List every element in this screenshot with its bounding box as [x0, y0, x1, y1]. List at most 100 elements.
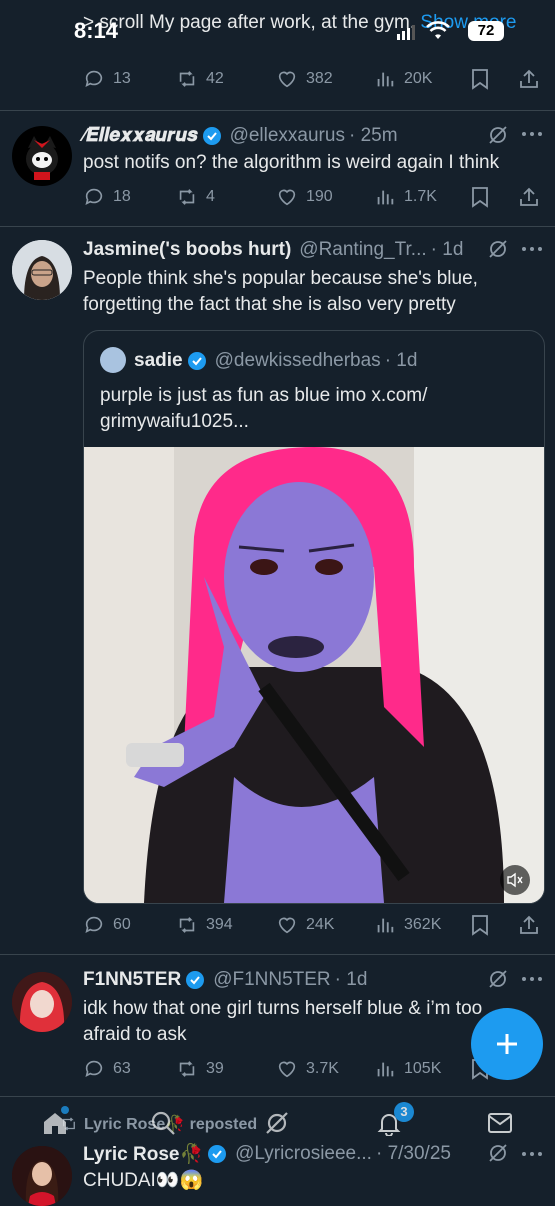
avatar[interactable]: [12, 1146, 72, 1206]
handle[interactable]: @F1NN5TER: [213, 969, 330, 991]
quoted-timestamp: · 1d: [384, 350, 418, 371]
display-name[interactable]: Jasmine('s boobs hurt): [83, 239, 291, 261]
notifications-icon[interactable]: 3: [376, 1102, 414, 1136]
handle[interactable]: @Lyricrosieee...: [235, 1143, 372, 1165]
plus-icon: [497, 1034, 517, 1054]
tweet-header: Lyric Rose🥀 @Lyricrosieee... · 7/30/25: [83, 1140, 483, 1168]
share-icon[interactable]: [518, 186, 540, 208]
more-options-icon[interactable]: [520, 1150, 544, 1158]
tweet-header: Jasmine('s boobs hurt) @Ranting_Tr... · …: [83, 236, 483, 264]
display-name[interactable]: ∕𝑬𝒍𝒍𝒆𝒙𝒙𝒂𝒖𝒓𝒖𝒔: [83, 125, 198, 147]
views-icon: [377, 72, 394, 87]
reply-icon: [85, 1060, 103, 1077]
heart-icon: [278, 917, 296, 934]
video-thumbnail[interactable]: [84, 447, 544, 903]
display-name[interactable]: F1NN5TER: [83, 969, 181, 991]
grok-icon[interactable]: [487, 968, 509, 990]
divider: [0, 1096, 555, 1097]
more-options-icon[interactable]: [520, 975, 544, 983]
share-icon[interactable]: [518, 68, 540, 90]
views-icon: [377, 918, 394, 933]
home-icon[interactable]: [41, 1106, 69, 1136]
reply-icon: [85, 916, 103, 933]
quoted-display-name: sadie: [134, 350, 183, 371]
reply-button[interactable]: 13: [83, 68, 131, 90]
quoted-tweet-header: sadie @dewkissedherbas · 1d: [134, 347, 534, 375]
repost-icon: [179, 1061, 195, 1077]
views-button[interactable]: 362K: [374, 914, 441, 936]
views-icon: [377, 1062, 394, 1077]
status-time: 8:14: [74, 18, 119, 43]
repost-icon: [179, 917, 195, 933]
handle[interactable]: @Ranting_Tr...: [299, 239, 426, 261]
tweet-header: F1NN5TER @F1NN5TER · 1d: [83, 966, 483, 994]
signal-icon: [397, 24, 415, 40]
timestamp: · 25m: [348, 125, 398, 146]
mute-button[interactable]: [500, 865, 530, 895]
repost-button[interactable]: 42: [176, 68, 224, 90]
mute-icon: [507, 872, 523, 888]
views-button[interactable]: 105K: [374, 1058, 441, 1080]
reply-button[interactable]: 60: [83, 914, 131, 936]
verified-badge-icon: [187, 351, 207, 371]
timestamp: · 7/30/25: [375, 1143, 451, 1164]
battery-indicator: 72: [468, 21, 504, 41]
repost-icon: [179, 189, 195, 205]
repost-button[interactable]: 394: [176, 914, 233, 936]
verified-badge-icon: [207, 1144, 227, 1164]
quoted-tweet-card[interactable]: sadie @dewkissedherbas · 1d purple is ju…: [83, 330, 545, 904]
divider: [0, 226, 555, 227]
more-options-icon[interactable]: [520, 245, 544, 253]
grok-icon[interactable]: [487, 238, 509, 260]
tweet-text: post notifs on? the algorithm is weird a…: [83, 152, 500, 173]
quoted-tweet-text: purple is just as fun as blue imo x.com/…: [100, 385, 428, 432]
bookmark-icon[interactable]: [470, 186, 490, 208]
views-button[interactable]: 1.7K: [374, 186, 437, 208]
repost-button[interactable]: 39: [176, 1058, 224, 1080]
like-button[interactable]: 190: [276, 186, 333, 208]
verified-badge-icon: [185, 970, 205, 990]
reply-button[interactable]: 63: [83, 1058, 131, 1080]
grok-icon[interactable]: [487, 124, 509, 146]
heart-icon: [278, 1061, 296, 1078]
reply-button[interactable]: 18: [83, 186, 131, 208]
handle[interactable]: @ellexxaurus: [230, 125, 345, 147]
share-icon[interactable]: [518, 914, 540, 936]
tweet-text: idk how that one girl turns herself blue…: [83, 998, 483, 1045]
reply-icon: [85, 188, 103, 205]
repost-icon: [179, 71, 195, 87]
repost-button[interactable]: 4: [176, 186, 215, 208]
like-button[interactable]: 382: [276, 68, 333, 90]
display-name[interactable]: Lyric Rose🥀: [83, 1142, 203, 1166]
notification-dot: [61, 1106, 69, 1114]
heart-icon: [278, 189, 296, 206]
tweet-text: People think she's popular because she's…: [83, 268, 478, 315]
bookmark-icon[interactable]: [470, 914, 490, 936]
tweet-header: ∕𝑬𝒍𝒍𝒆𝒙𝒙𝒂𝒖𝒓𝒖𝒔 @ellexxaurus · 25m: [83, 122, 548, 150]
avatar[interactable]: [12, 972, 72, 1032]
timestamp: · 1d: [430, 239, 464, 260]
notifications-badge: 3: [394, 1102, 414, 1122]
wifi-icon: [426, 21, 450, 41]
like-button[interactable]: 3.7K: [276, 1058, 339, 1080]
tweet-0-text: > scroll My page after work, at the gym.…: [83, 10, 523, 36]
verified-badge-icon: [202, 126, 222, 146]
more-options-icon[interactable]: [520, 130, 544, 138]
divider: [0, 954, 555, 955]
bookmark-icon[interactable]: [470, 68, 490, 90]
views-icon: [377, 190, 394, 205]
divider: [0, 110, 555, 111]
avatar[interactable]: [12, 240, 72, 300]
search-icon[interactable]: [150, 1110, 176, 1136]
heart-icon: [278, 71, 296, 88]
compose-button[interactable]: [471, 1008, 543, 1080]
quoted-handle: @dewkissedherbas: [214, 350, 381, 371]
grok-tab-icon[interactable]: [264, 1110, 290, 1136]
like-button[interactable]: 24K: [276, 914, 334, 936]
timestamp: · 1d: [334, 969, 368, 990]
messages-icon[interactable]: [487, 1112, 513, 1134]
grok-icon[interactable]: [487, 1142, 509, 1164]
reply-icon: [85, 70, 103, 87]
avatar[interactable]: [12, 126, 72, 186]
views-button[interactable]: 20K: [374, 68, 432, 90]
